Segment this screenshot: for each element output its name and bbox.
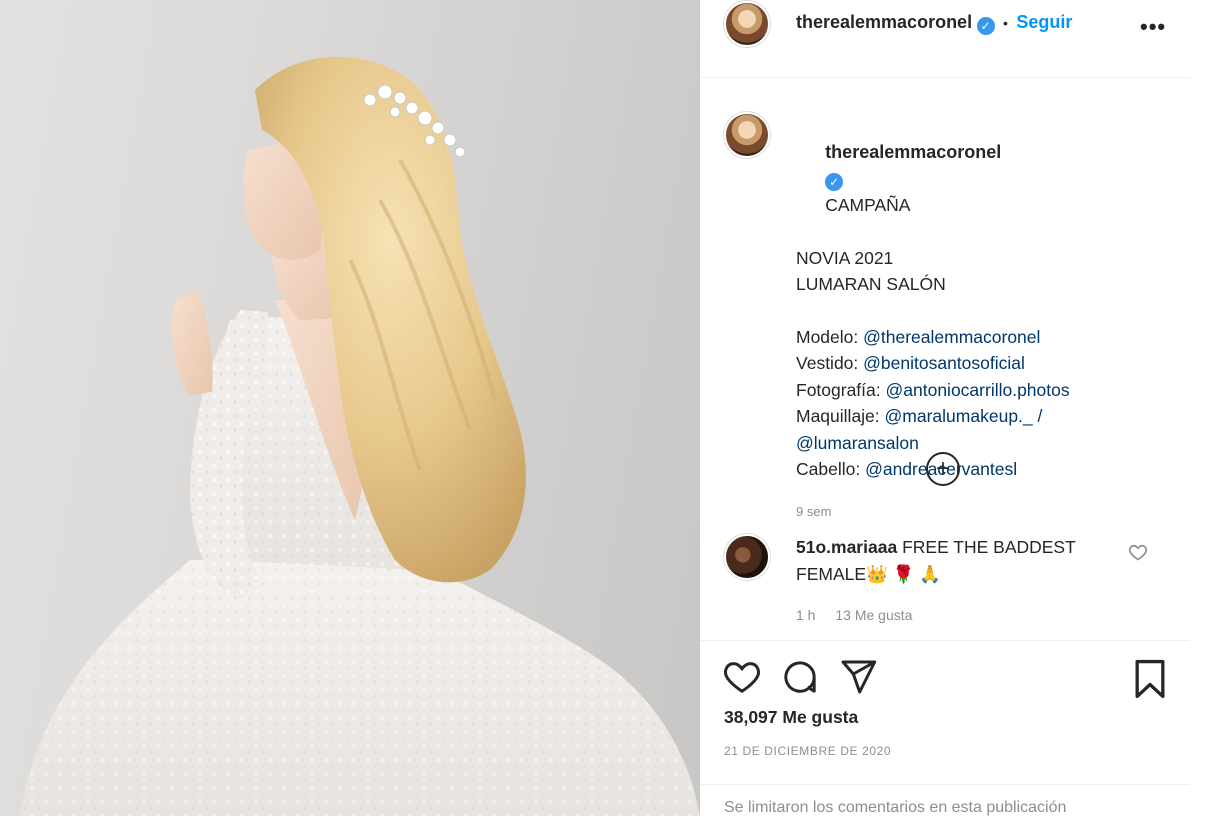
- mention-link[interactable]: @maralumakeup._ /: [885, 406, 1043, 426]
- commenter-username[interactable]: 51o.mariaaa: [796, 537, 897, 557]
- caption-text-line1: CAMPAÑA: [825, 194, 911, 215]
- verified-badge-icon: ✓: [976, 17, 995, 35]
- comment-emojis: 👑 🌹 🙏: [866, 563, 942, 584]
- commenter-avatar[interactable]: [724, 534, 770, 580]
- like-heart-icon[interactable]: [722, 657, 762, 702]
- credit-label: Fotografía:: [796, 379, 886, 400]
- credit-line: Cabello: @andreacervantesl: [796, 456, 1146, 483]
- post-header: therealemmacoronel ✓ • Seguir •••: [700, 0, 1190, 78]
- post-sidebar: therealemmacoronel ✓ • Seguir ••• therea…: [700, 0, 1224, 816]
- bride-illustration: [20, 56, 700, 816]
- comment-meta: 1 h 13 Me gusta: [796, 607, 928, 623]
- comment-likes[interactable]: 13 Me gusta: [835, 607, 912, 623]
- author-avatar[interactable]: [724, 1, 770, 47]
- post-photo: [0, 0, 700, 816]
- post-caption: therealemmacoronel ✓ CAMPAÑA NOVIA 2021 …: [796, 112, 1146, 525]
- mention-link[interactable]: @therealemmacoronel: [863, 327, 1040, 347]
- follow-button[interactable]: Seguir: [1016, 12, 1072, 32]
- post-actions-bar: [700, 640, 1190, 710]
- credit-label: Maquillaje:: [796, 406, 885, 426]
- mention-link[interactable]: @antoniocarrillo.photos: [886, 380, 1070, 400]
- credit-label: Vestido:: [796, 353, 864, 373]
- share-paper-plane-icon[interactable]: [838, 657, 878, 702]
- credit-line: @lumaransalon: [796, 430, 1146, 457]
- credit-line: Fotografía: @antoniocarrillo.photos: [796, 377, 1146, 404]
- credit-line: Maquillaje: @maralumakeup._ /: [796, 403, 1146, 430]
- comment: 51o.mariaaa FREE THE BADDEST FEMALE👑 🌹 🙏: [796, 534, 1136, 587]
- header-separator: •: [1002, 15, 1008, 31]
- credit-line: Modelo: @therealemmacoronel: [796, 324, 1146, 351]
- caption-text-line2: NOVIA 2021: [796, 247, 894, 268]
- caption-username[interactable]: therealemmacoronel: [825, 142, 1001, 162]
- comment-time[interactable]: 1 h: [796, 607, 815, 623]
- comment-bubble-icon[interactable]: [780, 657, 820, 702]
- post-likes-count[interactable]: 38,097 Me gusta: [724, 707, 858, 728]
- mention-link[interactable]: @benitosantosoficial: [863, 353, 1025, 373]
- caption-time[interactable]: 9 sem: [796, 499, 1146, 526]
- credit-label: Cabello:: [796, 459, 866, 479]
- credit-line: Vestido: @benitosantosoficial: [796, 350, 1146, 377]
- mention-link[interactable]: @lumaransalon: [796, 433, 919, 453]
- caption-text-line3: LUMARAN SALÓN: [796, 274, 946, 294]
- comments-limited-notice: Se limitaron los comentarios en esta pub…: [700, 784, 1190, 816]
- caption-spacer: [796, 298, 1146, 324]
- verified-badge-icon: ✓: [825, 173, 844, 191]
- header-username[interactable]: therealemmacoronel: [796, 12, 972, 32]
- load-more-comments-icon[interactable]: +: [926, 452, 960, 486]
- more-options-icon[interactable]: •••: [1140, 14, 1166, 40]
- save-bookmark-icon[interactable]: [1128, 657, 1172, 706]
- credit-label: Modelo:: [796, 326, 864, 347]
- caption-author-avatar[interactable]: [724, 112, 770, 158]
- post-date[interactable]: 21 DE DICIEMBRE DE 2020: [724, 744, 891, 758]
- header-author-line: therealemmacoronel ✓ • Seguir: [796, 12, 1072, 35]
- comment-like-heart-icon[interactable]: [1128, 542, 1148, 567]
